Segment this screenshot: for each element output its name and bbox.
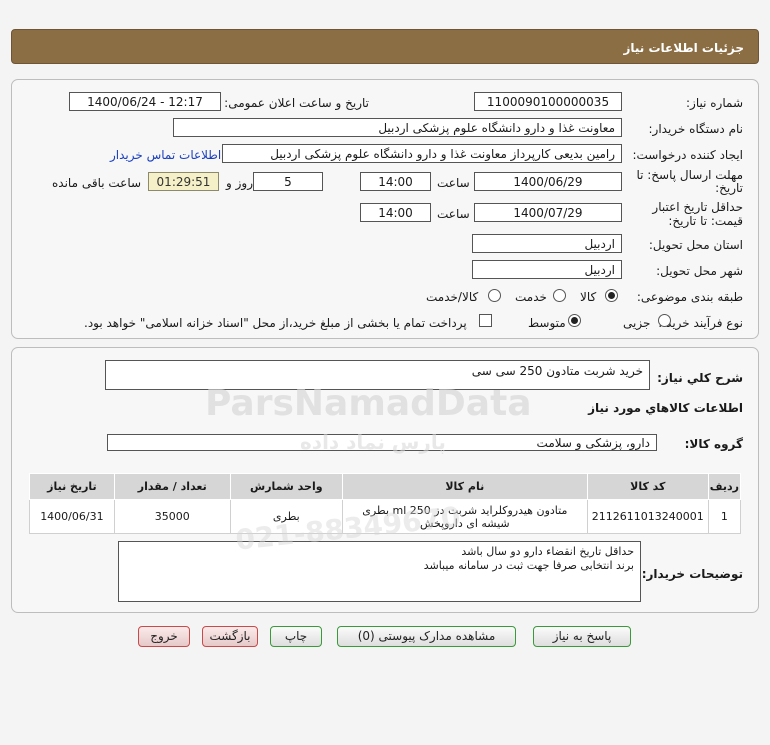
need-number-field: 1100090100000035: [474, 92, 622, 111]
summary-label: شرح کلي نياز:: [657, 371, 743, 385]
need-number-label: شماره نیاز:: [686, 96, 743, 110]
col-quantity: تعداد / مقدار: [113, 473, 231, 500]
validity-label-2: قیمت: تا تاریخ:: [668, 214, 743, 228]
city-field: اردبیل: [472, 260, 622, 279]
creator-field: رامین بدیعی کارپرداز معاونت غذا و دارو د…: [222, 144, 622, 163]
page-header: جزئیات اطلاعات نیاز: [11, 29, 759, 64]
view-attachments-button[interactable]: مشاهده مدارک پیوستی (0): [337, 626, 516, 647]
deadline-date-field: 1400/06/29: [474, 172, 622, 191]
process-option-medium: متوسط: [528, 316, 566, 330]
back-button[interactable]: بازگشت: [202, 626, 258, 647]
page-title: جزئیات اطلاعات نیاز: [623, 41, 744, 55]
buyer-org-field: معاونت غذا و دارو دانشگاه علوم پزشکی ارد…: [173, 118, 622, 137]
category-radio-goods-service[interactable]: [488, 289, 501, 302]
treasury-payment-note: پرداخت تمام یا بخشی از مبلغ خرید،از محل …: [84, 316, 467, 330]
reply-button[interactable]: پاسخ به نیاز: [533, 626, 631, 647]
process-radio-minor[interactable]: [658, 314, 671, 327]
print-button[interactable]: چاپ: [270, 626, 322, 647]
deadline-time-field: 14:00: [360, 172, 431, 191]
cell-unit: بطری: [229, 499, 343, 534]
city-label: شهر محل تحویل:: [656, 264, 743, 278]
cell-row-number: 1: [707, 499, 742, 534]
province-label: استان محل تحویل:: [648, 238, 743, 252]
col-goods-code: کد کالا: [586, 473, 709, 500]
exit-button[interactable]: خروج: [138, 626, 190, 647]
category-label: طبقه بندی موضوعی:: [636, 290, 743, 304]
process-option-minor: جزیی: [623, 316, 651, 330]
table-header-row: ردیف کد کالا نام کالا واحد شمارش تعداد /…: [29, 473, 742, 500]
remaining-time-field: 01:29:51: [148, 172, 219, 191]
col-unit: واحد شمارش: [229, 473, 343, 500]
deadline-label-1: مهلت ارسال پاسخ: تا: [636, 168, 743, 182]
announce-label: تاریخ و ساعت اعلان عمومی:: [224, 96, 369, 110]
goods-group-label: گروه کالا:: [684, 437, 743, 451]
buyer-notes-line-1: حداقل تاریخ انقضاء دارو دو سال باشد: [461, 545, 634, 558]
goods-group-field: دارو، پزشکی و سلامت: [107, 434, 657, 451]
col-row-number: ردیف: [707, 473, 742, 500]
process-radio-medium[interactable]: [568, 314, 581, 327]
buyer-notes-line-2: برند انتخابی صرفا جهت ثبت در سامانه میبا…: [423, 559, 634, 572]
cell-goods-name: متادون هیدروکلراید شربت دز ml 250 بطری ش…: [341, 499, 588, 534]
cell-goods-code: 2112611013240001: [586, 499, 709, 534]
validity-date-field: 1400/07/29: [474, 203, 622, 222]
announce-field: 1400/06/24 - 12:17: [69, 92, 221, 111]
province-field: اردبیل: [472, 234, 622, 253]
deadline-time-label: ساعت: [437, 176, 470, 190]
summary-field: خرید شربت متادون 250 سی سی: [105, 360, 650, 390]
contact-buyer-link[interactable]: اطلاعات تماس خریدار: [110, 148, 221, 162]
table-row: 1 2112611013240001 متادون هیدروکلراید شر…: [29, 499, 742, 534]
cell-need-date: 1400/06/31: [29, 499, 115, 534]
deadline-label-2: تاریخ:: [715, 181, 743, 195]
days-label: روز و: [226, 176, 253, 190]
treasury-payment-checkbox[interactable]: [479, 314, 492, 327]
validity-time-label: ساعت: [437, 207, 470, 221]
cell-quantity: 35000: [113, 499, 231, 534]
remaining-label: ساعت باقی مانده: [52, 176, 142, 190]
goods-table: ردیف کد کالا نام کالا واحد شمارش تعداد /…: [29, 473, 742, 534]
buyer-org-label: نام دستگاه خریدار:: [648, 122, 744, 136]
buyer-notes-label: توضیحات خریدار:: [641, 567, 743, 581]
buyer-notes-field: حداقل تاریخ انقضاء دارو دو سال باشد برند…: [118, 541, 641, 602]
category-option-goods: کالا: [580, 290, 597, 304]
category-option-goods-service: کالا/خدمت: [426, 290, 479, 304]
col-need-date: تاریخ نیاز: [29, 473, 115, 500]
category-option-service: خدمت: [515, 290, 547, 304]
process-label: نوع فرآیند خرید :: [658, 316, 743, 330]
creator-label: ایجاد کننده درخواست:: [632, 148, 743, 162]
validity-label-1: حداقل تاریخ اعتبار: [652, 200, 743, 214]
goods-info-title: اطلاعات کالاهاي مورد نياز: [588, 401, 743, 415]
validity-time-field: 14:00: [360, 203, 431, 222]
category-radio-goods[interactable]: [605, 289, 618, 302]
days-field: 5: [253, 172, 323, 191]
category-radio-service[interactable]: [553, 289, 566, 302]
col-goods-name: نام کالا: [341, 473, 588, 500]
